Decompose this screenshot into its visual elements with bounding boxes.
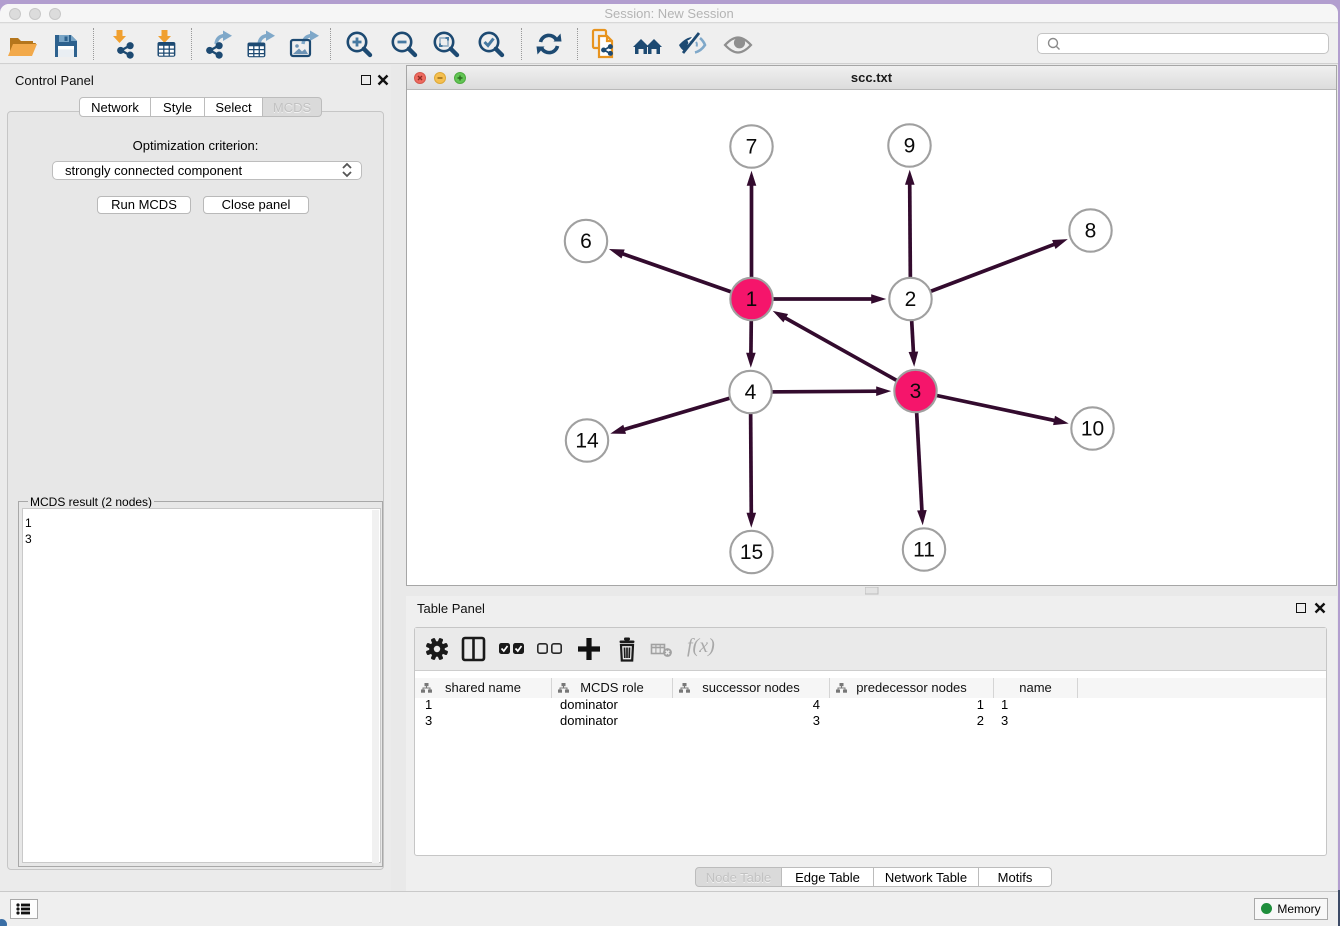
svg-text:15: 15: [740, 541, 763, 564]
svg-text:2: 2: [905, 288, 917, 311]
svg-text:1: 1: [746, 288, 758, 311]
svg-text:3: 3: [910, 380, 922, 403]
svg-text:6: 6: [580, 230, 592, 253]
svg-text:8: 8: [1085, 220, 1097, 243]
svg-text:4: 4: [745, 381, 757, 404]
svg-text:7: 7: [746, 136, 758, 159]
svg-text:14: 14: [575, 430, 599, 453]
svg-text:9: 9: [904, 135, 916, 158]
svg-text:11: 11: [913, 539, 935, 562]
svg-text:10: 10: [1081, 418, 1104, 441]
